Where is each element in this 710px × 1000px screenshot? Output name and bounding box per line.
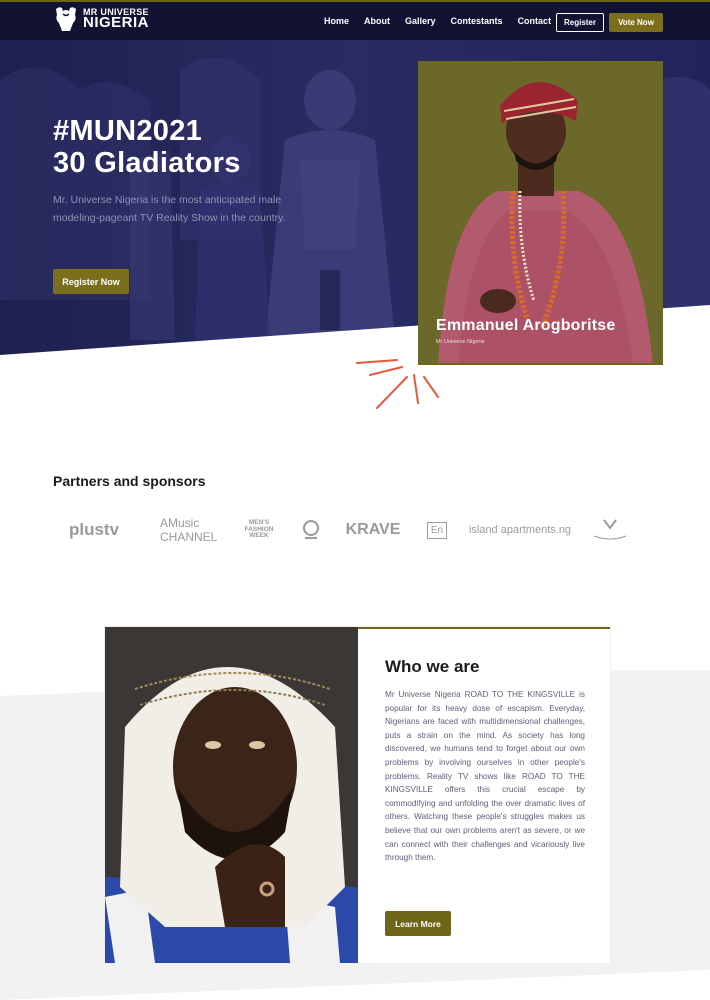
partners-heading: Partners and sponsors (53, 473, 206, 489)
sponsor-logo-island-apartments[interactable]: island apartments.ng (468, 512, 572, 548)
sponsor-logo-en[interactable]: En (422, 512, 452, 548)
sponsor-amusic-text: AMusic CHANNEL (160, 516, 218, 544)
hero-description: Mr. Universe Nigeria is the most anticip… (53, 194, 286, 224)
logo-line2: NIGERIA (83, 14, 150, 32)
featured-contestant-name: Emmanuel Arogboritse (436, 317, 616, 334)
register-button[interactable]: Register (556, 13, 604, 32)
about-heading: Who we are (385, 657, 480, 676)
nav-link-about[interactable]: About (364, 16, 390, 26)
sponsor-island-text: island apartments.ng (468, 524, 572, 536)
featured-contestant-card[interactable]: Emmanuel Arogboritse Mr Universe Nigeria (418, 61, 663, 365)
sponsor-fashion-text: MEN'S FASHION WEEK (244, 519, 274, 540)
vote-now-button[interactable]: Vote Now (609, 13, 663, 32)
mv-logo-icon (593, 519, 627, 540)
learn-more-button[interactable]: Learn More (385, 911, 451, 936)
sponsor-logo-emblem[interactable] (297, 512, 325, 548)
sponsor-logo-krave[interactable]: KRAVE (340, 512, 406, 548)
logo-text: MR UNIVERSE NIGERIA (83, 7, 150, 32)
hero-title-line1: #MUN2021 (53, 115, 203, 147)
top-navbar: MR UNIVERSE NIGERIA Home About Gallery C… (0, 0, 710, 40)
nav-link-gallery[interactable]: Gallery (405, 16, 436, 26)
logo-muscle-icon (56, 7, 76, 31)
sponsor-logo-amusic[interactable]: AMusic CHANNEL (160, 512, 222, 548)
burst-icon (356, 359, 439, 409)
nav-link-contact[interactable]: Contact (518, 16, 552, 26)
emblem-icon (303, 520, 319, 539)
site-logo[interactable]: MR UNIVERSE NIGERIA (53, 5, 149, 33)
featured-contestant-subtitle: Mr Universe Nigeria (436, 339, 485, 345)
hero-title: #MUN2021 30 Gladiators (53, 115, 241, 180)
main-menu: Home About Gallery Contestants Contact (324, 16, 551, 26)
sponsor-plustv-text: plustv (68, 520, 120, 539)
sponsor-krave-text: KRAVE (345, 521, 401, 538)
hero-title-line2: 30 Gladiators (53, 146, 241, 179)
about-portrait-photo (105, 627, 358, 963)
about-portrait-image (105, 627, 358, 963)
about-card: Who we are Mr Universe Nigeria ROAD TO T… (105, 627, 610, 963)
register-now-button[interactable]: Register Now (53, 269, 129, 294)
about-card-accent-line (358, 627, 610, 629)
nav-link-contestants[interactable]: Contestants (451, 16, 503, 26)
nav-link-home[interactable]: Home (324, 16, 349, 26)
sponsor-logo-mv[interactable] (582, 512, 638, 548)
sponsor-logo-mens-fashion-week[interactable]: MEN'S FASHION WEEK (238, 512, 280, 548)
about-paragraph: Mr Universe Nigeria ROAD TO THE KINGSVIL… (385, 690, 585, 863)
sponsor-en-text: En (426, 521, 448, 539)
sponsor-logo-plustv[interactable]: plustv (50, 512, 138, 548)
